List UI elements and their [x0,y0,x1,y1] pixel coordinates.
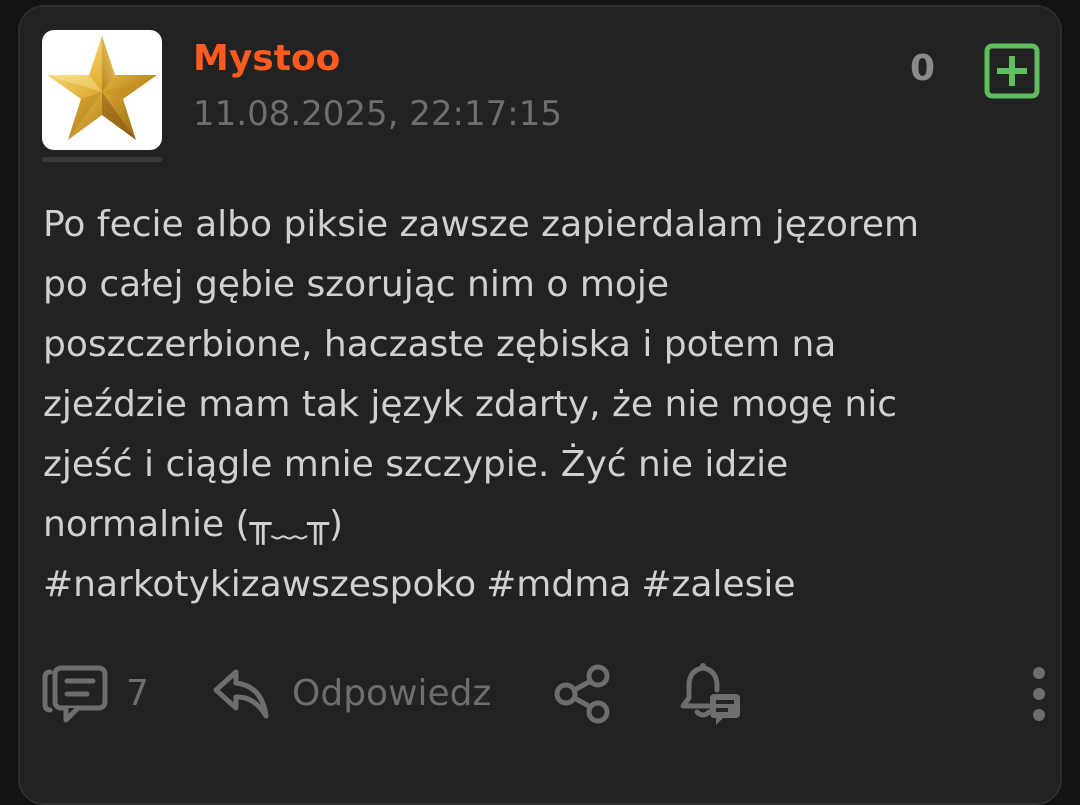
comments-button[interactable]: 7 [42,659,149,729]
hashtag-list: #narkotykizawszespoko #mdma #zalesie [43,555,806,615]
reply-button[interactable]: Odpowiedz [212,659,491,729]
reply-arrow-icon [213,669,269,719]
post-body: Po fecie albo piksie zawsze zapierdalam … [43,204,920,545]
gold-star-icon [47,36,157,140]
avatar[interactable] [42,30,162,150]
share-icon [554,664,610,724]
avatar-underline [42,157,162,162]
hashtag-link[interactable]: #narkotykizawszespoko [43,564,476,605]
post-timestamp[interactable]: 11.08.2025, 22:17:15 [193,97,562,131]
bell-comment-icon [680,663,740,725]
plus-box-icon [984,43,1040,99]
more-options-button[interactable] [1030,659,1048,729]
hashtag-link[interactable]: #mdma [486,564,631,605]
upvote-button[interactable] [984,43,1040,99]
more-vertical-icon [1033,667,1045,721]
comment-count: 7 [126,673,149,714]
author-name[interactable]: Mystoo [193,41,340,77]
vote-count: 0 [910,48,936,89]
notify-button[interactable] [678,659,744,729]
post-card: Mystoo 11.08.2025, 22:17:15 0 Po fecie a… [18,5,1062,805]
share-button[interactable] [552,659,614,729]
post-actions: 7 Odpowiedz [42,659,1045,729]
reply-label: Odpowiedz [292,673,492,714]
hashtag-link[interactable]: #zalesie [641,564,795,605]
comments-icon [42,665,108,723]
